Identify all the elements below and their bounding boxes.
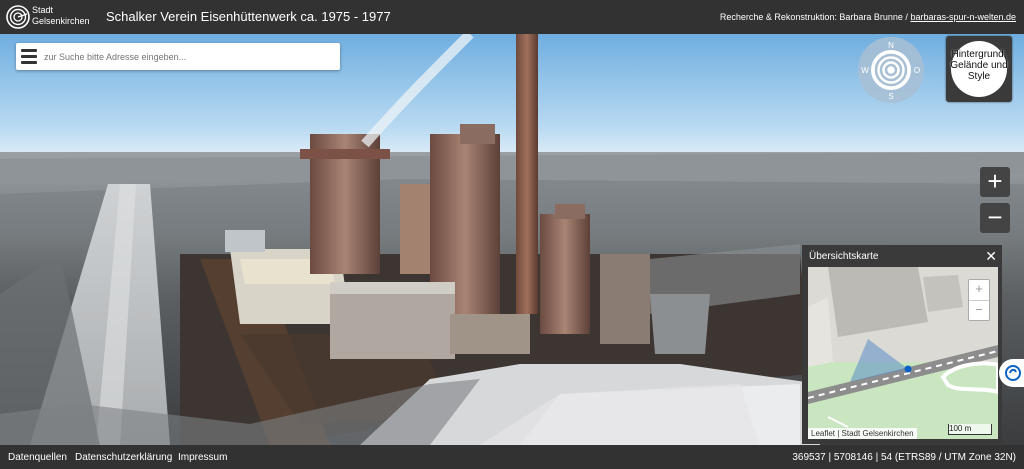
logo-text[interactable]: Stadt Gelsenkirchen	[32, 5, 90, 27]
header-bar: Stadt Gelsenkirchen Schalker Verein Eise…	[0, 0, 1024, 34]
footer-link-impressum[interactable]: Impressum	[178, 452, 227, 463]
overview-zoom-out-button[interactable]: −	[969, 300, 989, 321]
compass-south: S	[888, 92, 893, 101]
city-logo-icon[interactable]	[6, 5, 30, 29]
overview-map[interactable]: + − Leaflet | Stadt Gelsenkirchen 100 m	[808, 267, 998, 439]
compass-icon[interactable]: N S W O	[857, 36, 925, 104]
location-icon[interactable]	[999, 359, 1024, 387]
overview-map-panel: Übersichtskarte ✕ + − Leaflet | Stadt Ge…	[802, 245, 1002, 444]
background-terrain-style-button[interactable]: Hintergrund, Gelände und Style	[946, 36, 1012, 102]
footer-bar: Datenquellen Datenschutzerklärung Impres…	[0, 445, 1024, 469]
compass-east: O	[914, 66, 920, 75]
hamburger-menu-icon[interactable]	[21, 49, 37, 64]
coordinate-readout: 369537 | 5708146 | 54 (ETRS89 / UTM Zone…	[792, 452, 1016, 463]
zoom-in-button[interactable]: +	[980, 167, 1010, 197]
footer-link-datenquellen[interactable]: Datenquellen	[8, 452, 67, 463]
address-search[interactable]	[16, 43, 340, 70]
logo-line-1: Stadt	[32, 5, 54, 15]
background-label-line-3: Style	[967, 71, 991, 82]
overview-zoom-control: + −	[968, 279, 990, 321]
background-label-line-2: Gelände und	[950, 60, 1008, 71]
compass-north: N	[888, 41, 894, 50]
overview-title: Übersichtskarte	[809, 251, 879, 262]
overview-zoom-in-button[interactable]: +	[969, 280, 989, 300]
compass-west: W	[861, 66, 869, 75]
credits-text: Recherche & Rekonstruktion: Barbara Brun…	[719, 12, 911, 22]
search-input[interactable]	[42, 47, 336, 67]
credits-link[interactable]: barbaras-spur-n-welten.de	[910, 12, 1016, 22]
page-title: Schalker Verein Eisenhüttenwerk ca. 1975…	[106, 9, 391, 24]
overview-scale-bar: 100 m	[948, 424, 992, 435]
background-button-label: Hintergrund, Gelände und Style	[946, 49, 1012, 82]
background-label-line-1: Hintergrund,	[951, 49, 1007, 60]
camera-position-marker	[904, 365, 912, 373]
logo-line-2: Gelsenkirchen	[32, 16, 90, 26]
overview-attribution[interactable]: Leaflet | Stadt Gelsenkirchen	[808, 428, 917, 439]
zoom-out-button[interactable]: −	[980, 203, 1010, 233]
footer-link-datenschutz[interactable]: Datenschutzerklärung	[75, 452, 172, 463]
credits: Recherche & Rekonstruktion: Barbara Brun…	[720, 12, 1016, 22]
close-icon[interactable]: ✕	[985, 248, 997, 265]
